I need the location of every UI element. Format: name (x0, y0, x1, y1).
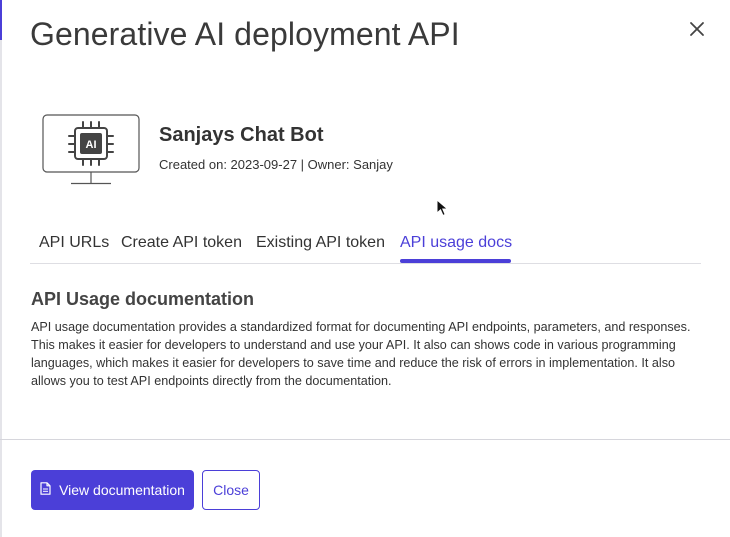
app-meta: Created on: 2023-09-27 | Owner: Sanjay (159, 157, 393, 172)
footer-divider (0, 439, 730, 440)
app-icon-text: AI (86, 139, 97, 151)
close-icon[interactable] (686, 18, 708, 40)
modal-title: Generative AI deployment API (30, 16, 460, 52)
view-documentation-button[interactable]: View documentation (31, 470, 194, 510)
view-documentation-label: View documentation (59, 482, 185, 498)
tab-bar: API URLs Create API token Existing API t… (30, 232, 701, 264)
left-edge-rule (0, 0, 2, 537)
section-description: API usage documentation provides a stand… (31, 320, 691, 388)
mouse-pointer-icon (436, 198, 450, 222)
tab-create-api-token[interactable]: Create API token (121, 232, 242, 264)
monitor-ai-chip-icon: AI (42, 114, 140, 191)
close-button[interactable]: Close (202, 470, 260, 510)
section-heading: API Usage documentation (31, 289, 255, 309)
close-button-label: Close (213, 482, 249, 498)
app-name: Sanjays Chat Bot (159, 124, 324, 146)
document-icon (40, 482, 51, 498)
tab-existing-api-token[interactable]: Existing API token (256, 232, 385, 264)
left-edge-accent (0, 0, 2, 40)
active-tab-indicator (400, 259, 511, 263)
tab-api-urls[interactable]: API URLs (39, 232, 109, 264)
